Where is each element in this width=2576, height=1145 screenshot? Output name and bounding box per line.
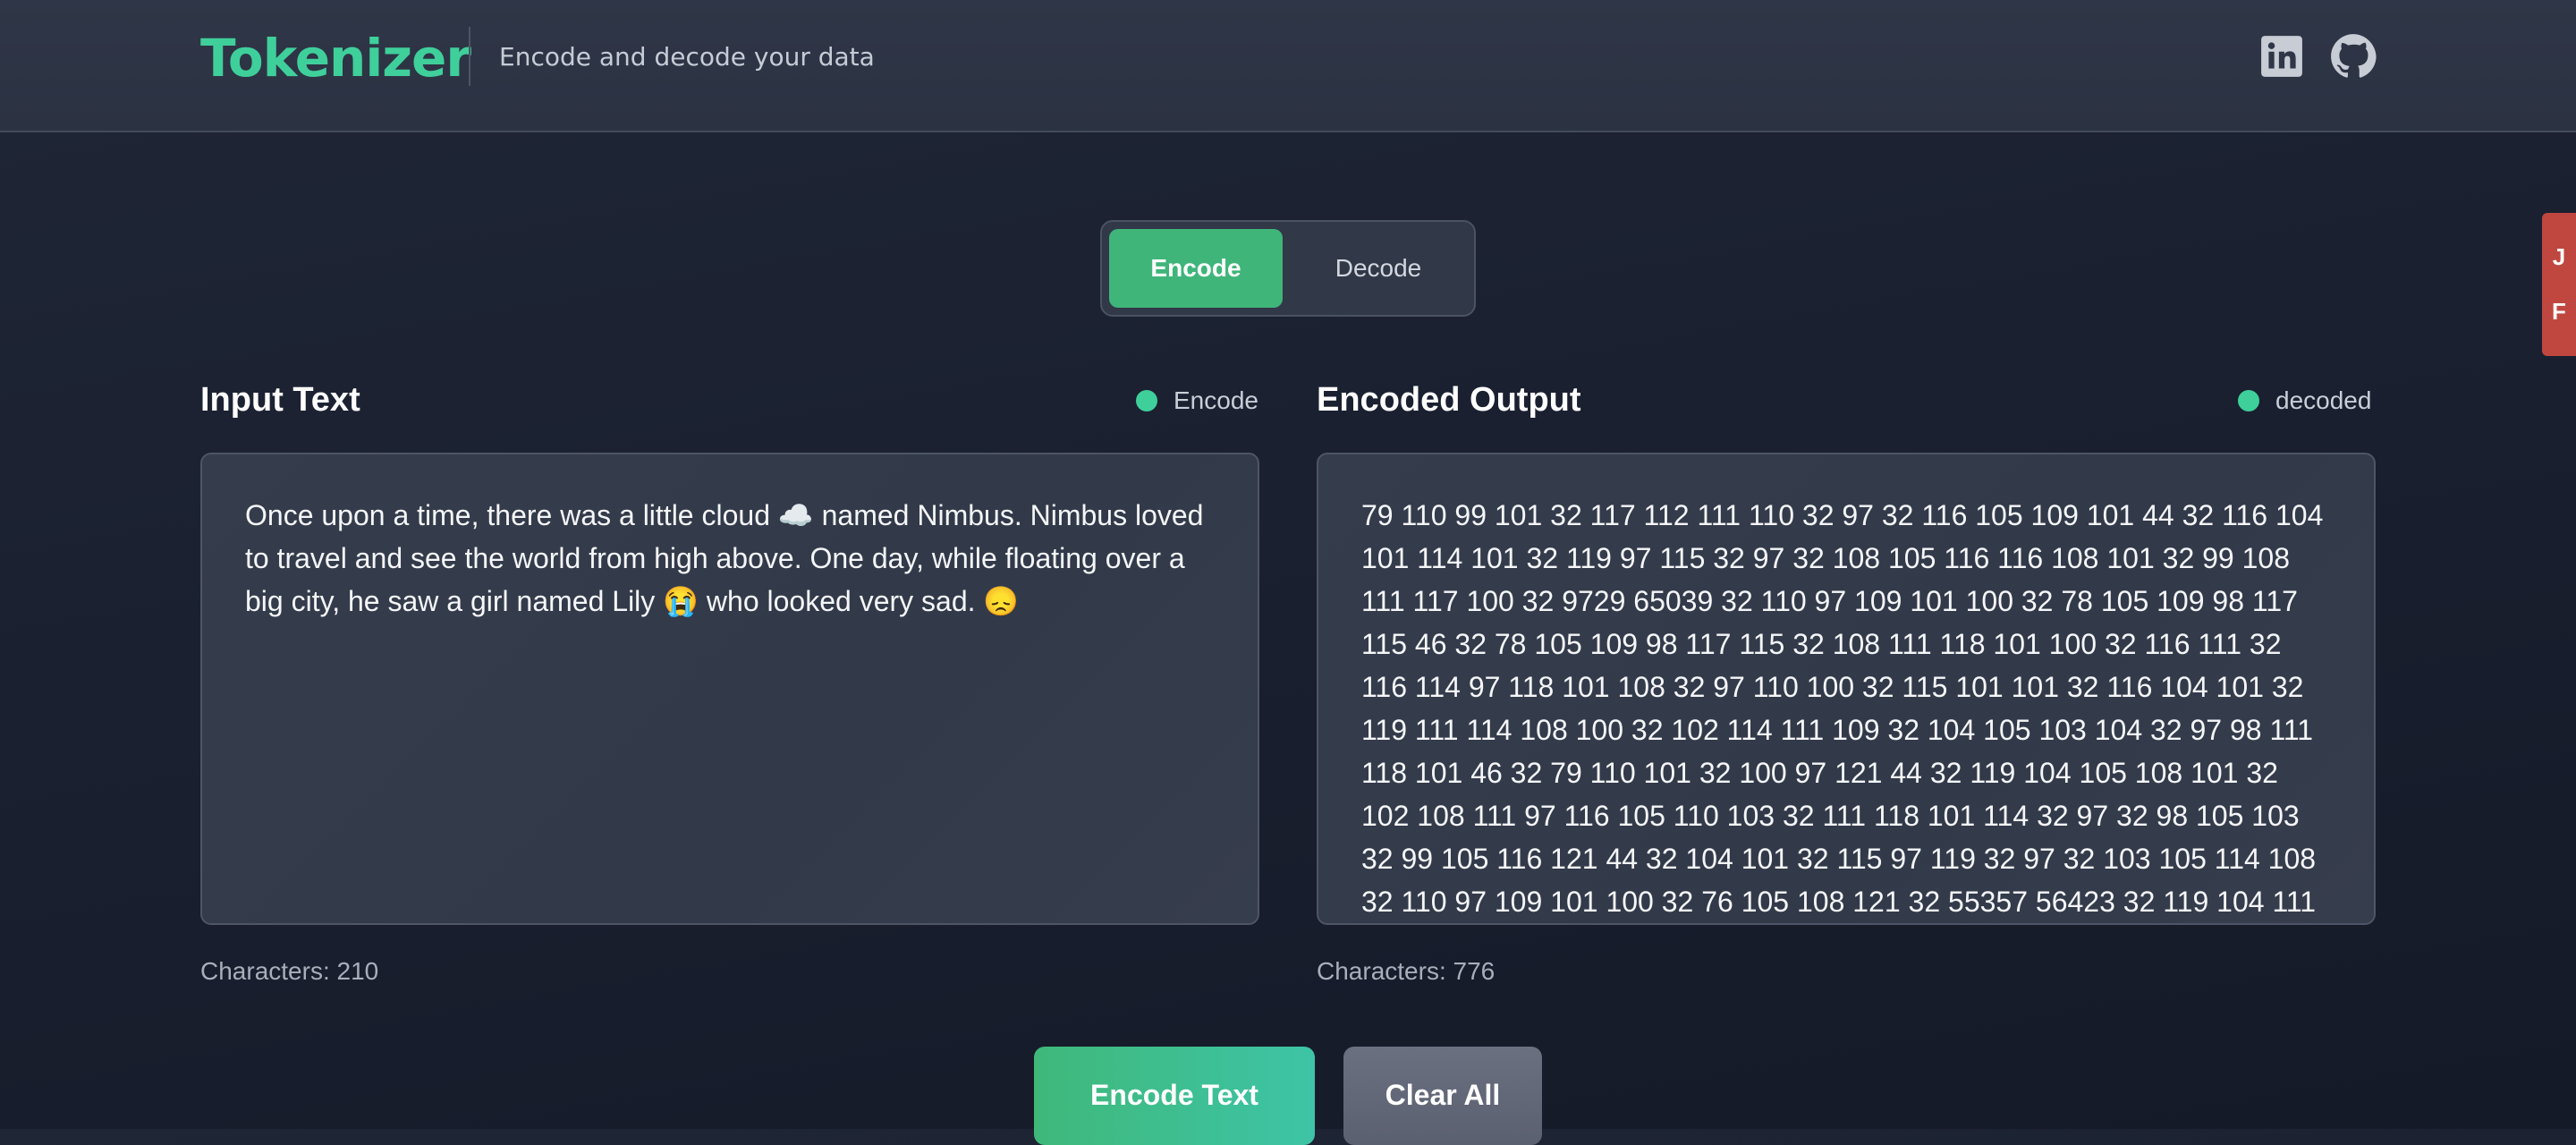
output-char-count: Characters: 776 — [1317, 957, 1496, 985]
encode-mode-button[interactable]: Encode — [1109, 229, 1283, 308]
input-text-content: Once upon a time, there was a little clo… — [245, 499, 1212, 617]
side-tab-letter-j: J — [2552, 243, 2566, 270]
input-textarea[interactable]: Once upon a time, there was a little clo… — [200, 453, 1259, 925]
clear-all-button[interactable]: Clear All — [1343, 1047, 1542, 1145]
header-tagline: Encode and decode your data — [499, 42, 875, 72]
output-textarea[interactable]: 79 110 99 101 32 117 112 111 110 32 97 3… — [1317, 453, 2376, 925]
status-dot-icon — [1136, 390, 1157, 411]
output-status-label: decoded — [2275, 386, 2372, 414]
brand-logo[interactable]: Tokenizer — [200, 27, 471, 89]
input-char-count: Characters: 210 — [200, 957, 379, 985]
output-status: decoded — [2238, 383, 2371, 419]
side-feedback-tab[interactable]: J F — [2542, 213, 2576, 356]
mode-toggle: Encode Decode — [1100, 220, 1476, 317]
output-panel-title: Encoded Output — [1317, 381, 1581, 419]
status-dot-icon — [2238, 390, 2259, 411]
github-icon[interactable] — [2329, 32, 2377, 81]
output-text-content: 79 110 99 101 32 117 112 111 110 32 97 3… — [1361, 499, 2324, 918]
header-divider — [469, 27, 470, 86]
linkedin-icon[interactable] — [2258, 32, 2306, 81]
app-header: Tokenizer Encode and decode your data — [0, 0, 2576, 132]
input-panel-title: Input Text — [200, 381, 360, 419]
side-tab-letter-f: F — [2552, 298, 2566, 325]
input-status-label: Encode — [1174, 386, 1258, 414]
decode-mode-button[interactable]: Decode — [1292, 229, 1465, 308]
encode-text-button[interactable]: Encode Text — [1034, 1047, 1315, 1145]
input-status: Encode — [1136, 383, 1258, 419]
